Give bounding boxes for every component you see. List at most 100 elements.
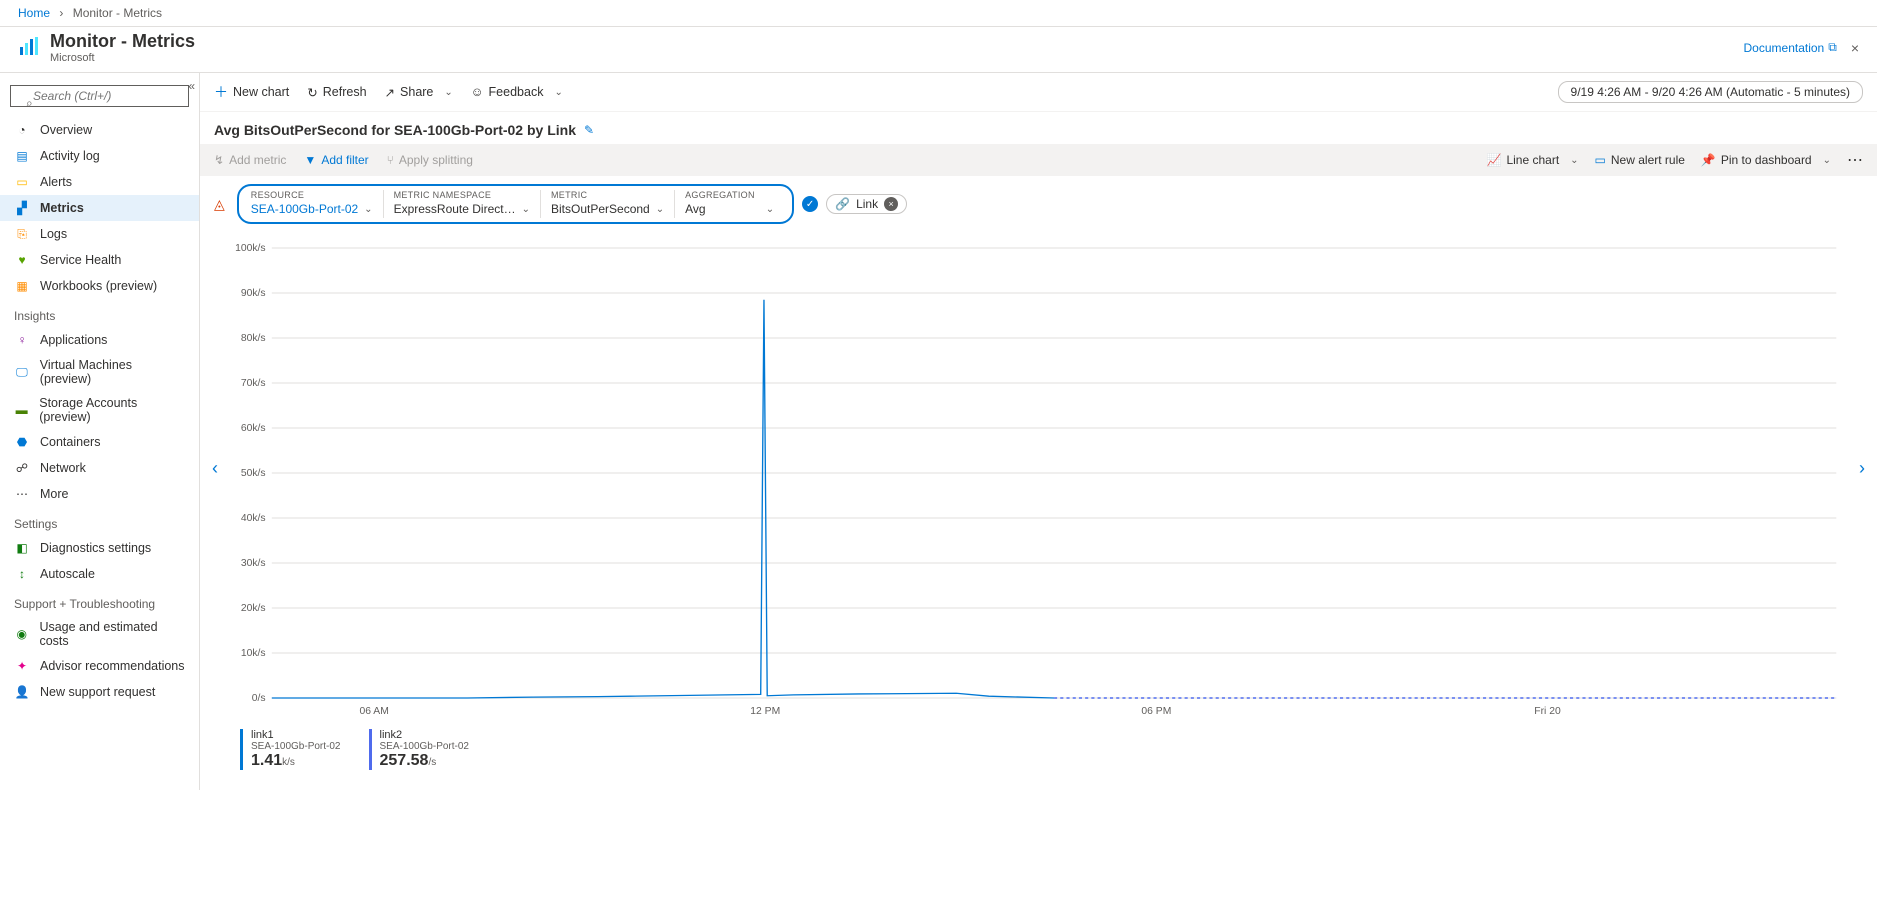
svg-text:0/s: 0/s	[252, 693, 266, 704]
namespace-dropdown[interactable]: ExpressRoute Direct…⌄	[394, 200, 530, 218]
chart-area: ‹ › 0/s10k/s20k/s30k/s40k/s50k/s60k/s70k…	[220, 238, 1857, 721]
legend-item-link2[interactable]: link2 SEA-100Gb-Port-02 257.58/s	[369, 729, 470, 770]
refresh-button[interactable]: ↻Refresh	[307, 85, 366, 100]
alert-icon: ▭	[1595, 153, 1606, 167]
sidebar-section-support: Support + Troubleshooting	[0, 587, 199, 615]
autoscale-icon: ↕	[14, 566, 30, 582]
chevron-down-icon: ⌄	[1570, 155, 1578, 166]
chart-type-dropdown[interactable]: 📈Line chart⌄	[1487, 153, 1579, 167]
time-range-picker[interactable]: 9/19 4:26 AM - 9/20 4:26 AM (Automatic -…	[1558, 81, 1863, 103]
main-content: ＋New chart ↻Refresh ↗Share⌄ ☺Feedback⌄ 9…	[200, 73, 1877, 790]
sidebar-item-activity-log[interactable]: ▤Activity log	[0, 143, 199, 169]
resource-dropdown[interactable]: SEA-100Gb-Port-02⌄	[251, 200, 373, 218]
svg-text:40k/s: 40k/s	[241, 513, 266, 524]
add-metric-icon: ↯	[214, 153, 224, 167]
svg-text:12 PM: 12 PM	[750, 706, 780, 717]
chevron-down-icon: ⌄	[554, 87, 562, 98]
page-header: Monitor - Metrics Microsoft Documentatio…	[0, 27, 1877, 73]
sidebar-item-vms[interactable]: 🖵Virtual Machines (preview)	[0, 353, 199, 391]
feedback-button[interactable]: ☺Feedback⌄	[471, 85, 563, 99]
health-icon: ♥	[14, 252, 30, 268]
sidebar-section-insights: Insights	[0, 299, 199, 327]
sidebar-item-overview[interactable]: ◔Overview	[0, 117, 199, 143]
edit-title-icon[interactable]: ✎	[584, 123, 594, 137]
svg-text:90k/s: 90k/s	[241, 288, 266, 299]
legend-item-link1[interactable]: link1 SEA-100Gb-Port-02 1.41k/s	[240, 729, 341, 770]
sidebar-item-workbooks[interactable]: ▦Workbooks (preview)	[0, 273, 199, 299]
svg-text:20k/s: 20k/s	[241, 603, 266, 614]
chart-toolbar: ＋New chart ↻Refresh ↗Share⌄ ☺Feedback⌄ 9…	[200, 73, 1877, 112]
metric-toolbar: ↯Add metric ▼Add filter ⑂Apply splitting…	[200, 144, 1877, 176]
sidebar-item-metrics[interactable]: ▞Metrics	[0, 195, 199, 221]
line-chart[interactable]: 0/s10k/s20k/s30k/s40k/s50k/s60k/s70k/s80…	[220, 238, 1857, 718]
sidebar-item-service-health[interactable]: ♥Service Health	[0, 247, 199, 273]
sidebar-item-containers[interactable]: ⬣Containers	[0, 429, 199, 455]
sidebar-item-logs[interactable]: ⎘Logs	[0, 221, 199, 247]
activity-log-icon: ▤	[14, 148, 30, 164]
refresh-icon: ↻	[307, 85, 317, 100]
chevron-down-icon: ⌄	[444, 87, 452, 98]
storage-icon: ▬	[14, 402, 29, 418]
new-alert-rule-button[interactable]: ▭New alert rule	[1595, 153, 1685, 167]
add-filter-button[interactable]: ▼Add filter	[304, 153, 368, 167]
usage-icon: ◉	[14, 626, 29, 642]
sidebar-item-alerts[interactable]: ▭Alerts	[0, 169, 199, 195]
close-icon[interactable]: ×	[1851, 40, 1859, 56]
pin-to-dashboard-button[interactable]: 📌Pin to dashboard⌄	[1701, 153, 1831, 167]
breadcrumb-home[interactable]: Home	[18, 6, 50, 20]
chart-title: Avg BitsOutPerSecond for SEA-100Gb-Port-…	[214, 122, 576, 138]
line-chart-icon: 📈	[1487, 153, 1502, 167]
svg-text:10k/s: 10k/s	[241, 648, 266, 659]
svg-text:50k/s: 50k/s	[241, 468, 266, 479]
share-icon: ↗	[385, 85, 395, 100]
sidebar-item-diagnostics[interactable]: ◧Diagnostics settings	[0, 535, 199, 561]
sidebar-item-applications[interactable]: ♀Applications	[0, 327, 199, 353]
logs-icon: ⎘	[14, 226, 30, 242]
sidebar-item-support-request[interactable]: 👤New support request	[0, 679, 199, 705]
sidebar-item-more[interactable]: ⋯More	[0, 481, 199, 507]
sidebar-item-autoscale[interactable]: ↕Autoscale	[0, 561, 199, 587]
chart-legend: link1 SEA-100Gb-Port-02 1.41k/s link2 SE…	[200, 721, 1877, 790]
remove-pill-icon[interactable]: ×	[884, 197, 898, 211]
metric-dropdown[interactable]: BitsOutPerSecond⌄	[551, 200, 664, 218]
confirm-icon[interactable]: ✓	[802, 196, 818, 212]
chevron-down-icon: ⌄	[1823, 155, 1831, 166]
advisor-icon: ✦	[14, 658, 30, 674]
pin-icon: 📌	[1701, 153, 1716, 167]
alerts-icon: ▭	[14, 174, 30, 190]
chevron-down-icon: ⌄	[656, 204, 664, 215]
svg-text:80k/s: 80k/s	[241, 333, 266, 344]
namespace-label: METRIC NAMESPACE	[394, 190, 530, 200]
vm-icon: 🖵	[14, 364, 30, 380]
chevron-down-icon: ⌄	[364, 204, 372, 215]
chart-next-icon[interactable]: ›	[1859, 458, 1865, 479]
split-pill-link[interactable]: 🔗Link×	[826, 194, 907, 214]
add-metric-button[interactable]: ↯Add metric	[214, 153, 286, 167]
aggregation-label: AGGREGATION	[685, 190, 774, 200]
breadcrumb-current: Monitor - Metrics	[73, 6, 162, 20]
sidebar-item-advisor[interactable]: ✦Advisor recommendations	[0, 653, 199, 679]
svg-text:70k/s: 70k/s	[241, 378, 266, 389]
documentation-link[interactable]: Documentation⧉	[1744, 40, 1837, 55]
sidebar-item-usage[interactable]: ◉Usage and estimated costs	[0, 615, 199, 653]
svg-text:100k/s: 100k/s	[235, 243, 266, 254]
search-icon: ⌕	[26, 96, 33, 111]
new-chart-button[interactable]: ＋New chart	[214, 82, 289, 102]
apply-splitting-button[interactable]: ⑂Apply splitting	[387, 153, 473, 167]
plus-icon: ＋	[214, 82, 228, 102]
overview-icon: ◔	[14, 122, 30, 138]
svg-text:06 AM: 06 AM	[359, 706, 388, 717]
sidebar-section-settings: Settings	[0, 507, 199, 535]
search-input[interactable]	[10, 85, 189, 107]
chart-prev-icon[interactable]: ‹	[212, 458, 218, 479]
svg-text:60k/s: 60k/s	[241, 423, 266, 434]
sidebar-item-network[interactable]: ☍Network	[0, 455, 199, 481]
more-options-button[interactable]: ⋯	[1847, 150, 1863, 170]
breadcrumb: Home › Monitor - Metrics	[0, 0, 1877, 27]
metric-label: METRIC	[551, 190, 664, 200]
sidebar: « ⌕ ◔Overview ▤Activity log ▭Alerts ▞Met…	[0, 73, 200, 790]
aggregation-dropdown[interactable]: Avg⌄	[685, 200, 774, 218]
sidebar-item-storage[interactable]: ▬Storage Accounts (preview)	[0, 391, 199, 429]
more-icon: ⋯	[14, 486, 30, 502]
share-button[interactable]: ↗Share⌄	[385, 85, 453, 100]
